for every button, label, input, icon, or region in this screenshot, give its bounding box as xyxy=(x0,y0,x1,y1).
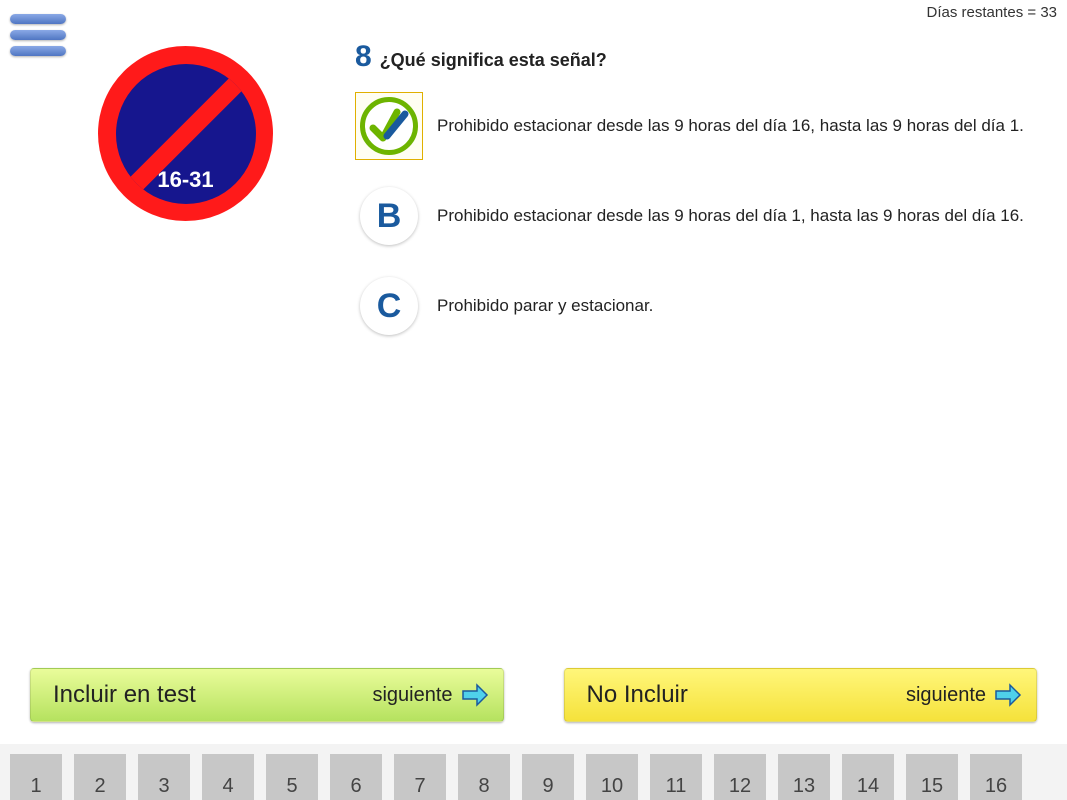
traffic-sign: 16-31 xyxy=(98,46,273,221)
page-button-4[interactable]: 4 xyxy=(202,754,254,800)
question-pager: 12345678910111213141516 xyxy=(0,744,1067,800)
page-button-12[interactable]: 12 xyxy=(714,754,766,800)
page-button-6[interactable]: 6 xyxy=(330,754,382,800)
days-remaining: Días restantes = 33 xyxy=(0,0,1067,21)
answer-option-c[interactable]: C Prohibido parar y estacionar. xyxy=(355,272,1057,340)
page-button-9[interactable]: 9 xyxy=(522,754,574,800)
answer-option-b[interactable]: B Prohibido estacionar desde las 9 horas… xyxy=(355,182,1057,250)
arrow-right-icon xyxy=(461,683,489,707)
page-button-2[interactable]: 2 xyxy=(74,754,126,800)
include-in-test-button[interactable]: Incluir en test siguiente xyxy=(30,668,504,722)
page-button-16[interactable]: 16 xyxy=(970,754,1022,800)
checkmark-icon xyxy=(369,106,409,146)
page-button-14[interactable]: 14 xyxy=(842,754,894,800)
page-button-5[interactable]: 5 xyxy=(266,754,318,800)
answer-badge-a xyxy=(355,92,423,160)
page-button-1[interactable]: 1 xyxy=(10,754,62,800)
arrow-right-icon xyxy=(994,683,1022,707)
page-button-10[interactable]: 10 xyxy=(586,754,638,800)
answer-text-c: Prohibido parar y estacionar. xyxy=(437,295,653,318)
page-button-13[interactable]: 13 xyxy=(778,754,830,800)
page-button-8[interactable]: 8 xyxy=(458,754,510,800)
no-include-button[interactable]: No Incluir siguiente xyxy=(564,668,1038,722)
page-button-11[interactable]: 11 xyxy=(650,754,702,800)
answer-badge-b: B xyxy=(355,182,423,250)
page-button-7[interactable]: 7 xyxy=(394,754,446,800)
question-text: ¿Qué significa esta señal? xyxy=(380,50,607,71)
question-number: 8 xyxy=(355,40,372,74)
answer-option-a[interactable]: Prohibido estacionar desde las 9 horas d… xyxy=(355,92,1057,160)
answer-text-a: Prohibido estacionar desde las 9 horas d… xyxy=(437,115,1024,138)
answer-text-b: Prohibido estacionar desde las 9 horas d… xyxy=(437,205,1024,228)
page-button-15[interactable]: 15 xyxy=(906,754,958,800)
menu-icon[interactable] xyxy=(10,14,66,62)
answer-badge-c: C xyxy=(355,272,423,340)
page-button-3[interactable]: 3 xyxy=(138,754,190,800)
